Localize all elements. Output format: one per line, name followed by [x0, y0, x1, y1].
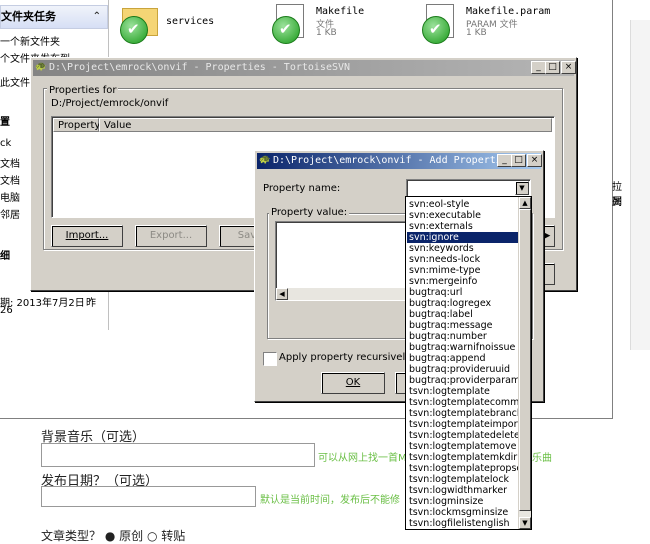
- dropdown-option[interactable]: tsvn:logtemplatemkdir: [407, 452, 519, 463]
- other-places-header: 置: [0, 117, 10, 128]
- file-item-makefile[interactable]: Makefile 文件 1 KB: [272, 4, 402, 44]
- place-item[interactable]: 文档: [0, 155, 20, 170]
- folder-tasks-header[interactable]: 文件夹任务 ⌃: [0, 5, 108, 29]
- horizontal-scrollbar[interactable]: ◀: [276, 288, 406, 300]
- chevron-down-icon[interactable]: ▼: [515, 181, 529, 195]
- task-new-folder[interactable]: 一个新文件夹: [0, 33, 60, 48]
- scroll-thumb[interactable]: [519, 209, 531, 511]
- dropdown-option[interactable]: tsvn:logtemplatebranch: [407, 408, 523, 419]
- close-button[interactable]: ×: [527, 154, 542, 167]
- dropdown-option[interactable]: tsvn:logtemplatelock: [407, 474, 519, 485]
- minimize-button[interactable]: _: [531, 61, 546, 74]
- column-header-property[interactable]: Property: [53, 118, 100, 132]
- right-edge-text: 属: [612, 197, 622, 208]
- property-value-textarea[interactable]: ◀: [275, 221, 407, 301]
- music-hint-tail: 乐曲: [532, 453, 552, 464]
- dropdown-option[interactable]: tsvn:logtemplatecommit: [407, 397, 526, 408]
- place-item[interactable]: ck: [0, 138, 11, 149]
- place-item[interactable]: 文档: [0, 172, 20, 187]
- place-item[interactable]: 电脑: [0, 189, 20, 204]
- dropdown-option[interactable]: tsvn:logminsize: [407, 496, 519, 507]
- properties-path: D:/Project/emrock/onvif: [51, 98, 169, 109]
- svn-normal-overlay-icon: [422, 16, 450, 44]
- minimize-button[interactable]: _: [497, 154, 512, 167]
- maximize-button[interactable]: □: [511, 154, 526, 167]
- dropdown-option[interactable]: bugtraq:label: [407, 309, 519, 320]
- scroll-up-icon[interactable]: ▲: [519, 197, 531, 209]
- file-size: 1 KB: [466, 28, 487, 38]
- radio-original[interactable]: ●: [105, 529, 119, 543]
- dropdown-option[interactable]: bugtraq:logregex: [407, 298, 519, 309]
- task-share-folder[interactable]: 此文件: [0, 74, 30, 89]
- background-strip: [630, 20, 650, 350]
- properties-title-bar[interactable]: D:\Project\emrock\onvif - Properties - T…: [33, 60, 574, 76]
- scroll-left-icon[interactable]: ◀: [276, 288, 288, 300]
- svn-normal-overlay-icon: [272, 16, 300, 44]
- article-type-label: 文章类型？ ● 原创 ○ 转贴: [41, 529, 186, 543]
- dropdown-option[interactable]: bugtraq:url: [407, 287, 519, 298]
- svn-normal-overlay-icon: [120, 16, 148, 44]
- properties-for-label: Properties for: [47, 85, 119, 96]
- chevron-up-icon[interactable]: ⌃: [93, 6, 101, 28]
- export-button[interactable]: Export...: [135, 225, 207, 247]
- details-header: 细: [0, 251, 10, 262]
- music-hint: 可以从网上找一首M: [318, 453, 407, 464]
- dropdown-option[interactable]: svn:needs-lock: [407, 254, 519, 265]
- radio-repost[interactable]: ○: [147, 529, 161, 543]
- dropdown-option[interactable]: svn:eol-style: [407, 199, 519, 210]
- file-name: Makefile.param: [466, 6, 551, 17]
- date-hint: 默认是当前时间，发布后不能修: [260, 495, 400, 506]
- details-time: 26: [0, 305, 13, 316]
- ok-button[interactable]: OK: [321, 372, 385, 394]
- file-size: 1 KB: [316, 28, 337, 38]
- music-input[interactable]: [41, 443, 315, 467]
- dropdown-option[interactable]: tsvn:logfilelistenglish: [407, 518, 519, 529]
- dropdown-option[interactable]: tsvn:lockmsgminsize: [407, 507, 519, 518]
- close-button[interactable]: ×: [561, 61, 576, 74]
- tortoise-icon: 🐢: [35, 62, 47, 72]
- details-date-suffix: 昨: [86, 298, 96, 309]
- dropdown-option[interactable]: bugtraq:providerparams: [407, 375, 525, 386]
- dropdown-option[interactable]: bugtraq:message: [407, 320, 519, 331]
- dropdown-option[interactable]: svn:keywords: [407, 243, 519, 254]
- column-header-value[interactable]: Value: [99, 118, 552, 132]
- dropdown-option[interactable]: svn:externals: [407, 221, 519, 232]
- dropdown-option[interactable]: bugtraq:append: [407, 353, 519, 364]
- dropdown-option[interactable]: bugtraq:provideruuid: [407, 364, 519, 375]
- dropdown-option[interactable]: tsvn:logtemplatepropset: [407, 463, 526, 474]
- dropdown-option[interactable]: svn:ignore: [407, 232, 519, 243]
- apply-recursively-label[interactable]: Apply property recursively: [279, 352, 411, 363]
- file-item-services[interactable]: services: [120, 6, 250, 44]
- dropdown-option[interactable]: tsvn:logtemplatedelete: [407, 430, 520, 441]
- property-value-label: Property value:: [269, 207, 350, 218]
- dropdown-option[interactable]: tsvn:logtemplatemove: [407, 441, 519, 452]
- dropdown-option[interactable]: bugtraq:warnifnoissue: [407, 342, 519, 353]
- dropdown-option[interactable]: tsvn:logtemplate: [407, 386, 519, 397]
- file-item-makefile-param[interactable]: Makefile.param PARAM 文件 1 KB: [422, 4, 572, 44]
- dropdown-option[interactable]: bugtraq:number: [407, 331, 519, 342]
- place-item[interactable]: 邻居: [0, 206, 20, 221]
- dropdown-option[interactable]: tsvn:logwidthmarker: [407, 485, 519, 496]
- dropdown-option[interactable]: svn:mergeinfo: [407, 276, 519, 287]
- scroll-down-icon[interactable]: ▼: [519, 517, 531, 529]
- date-input[interactable]: [41, 486, 256, 507]
- property-name-combobox[interactable]: ▼: [406, 179, 531, 197]
- import-button[interactable]: Import...: [51, 225, 123, 247]
- dropdown-option[interactable]: svn:mime-type: [407, 265, 519, 276]
- dropdown-option[interactable]: svn:executable: [407, 210, 519, 221]
- file-name: services: [166, 16, 215, 27]
- apply-recursively-checkbox[interactable]: [263, 352, 277, 366]
- property-name-dropdown-list[interactable]: svn:eol-style svn:executable svn:externals…: [405, 196, 532, 530]
- tortoise-icon: 🐢: [259, 155, 271, 165]
- dropdown-option[interactable]: tsvn:logtemplateimport: [407, 419, 521, 430]
- maximize-button[interactable]: □: [545, 61, 560, 74]
- file-name: Makefile: [316, 6, 365, 17]
- property-name-label: Property name:: [263, 183, 341, 194]
- vertical-scrollbar[interactable]: ▲ ▼: [518, 197, 531, 529]
